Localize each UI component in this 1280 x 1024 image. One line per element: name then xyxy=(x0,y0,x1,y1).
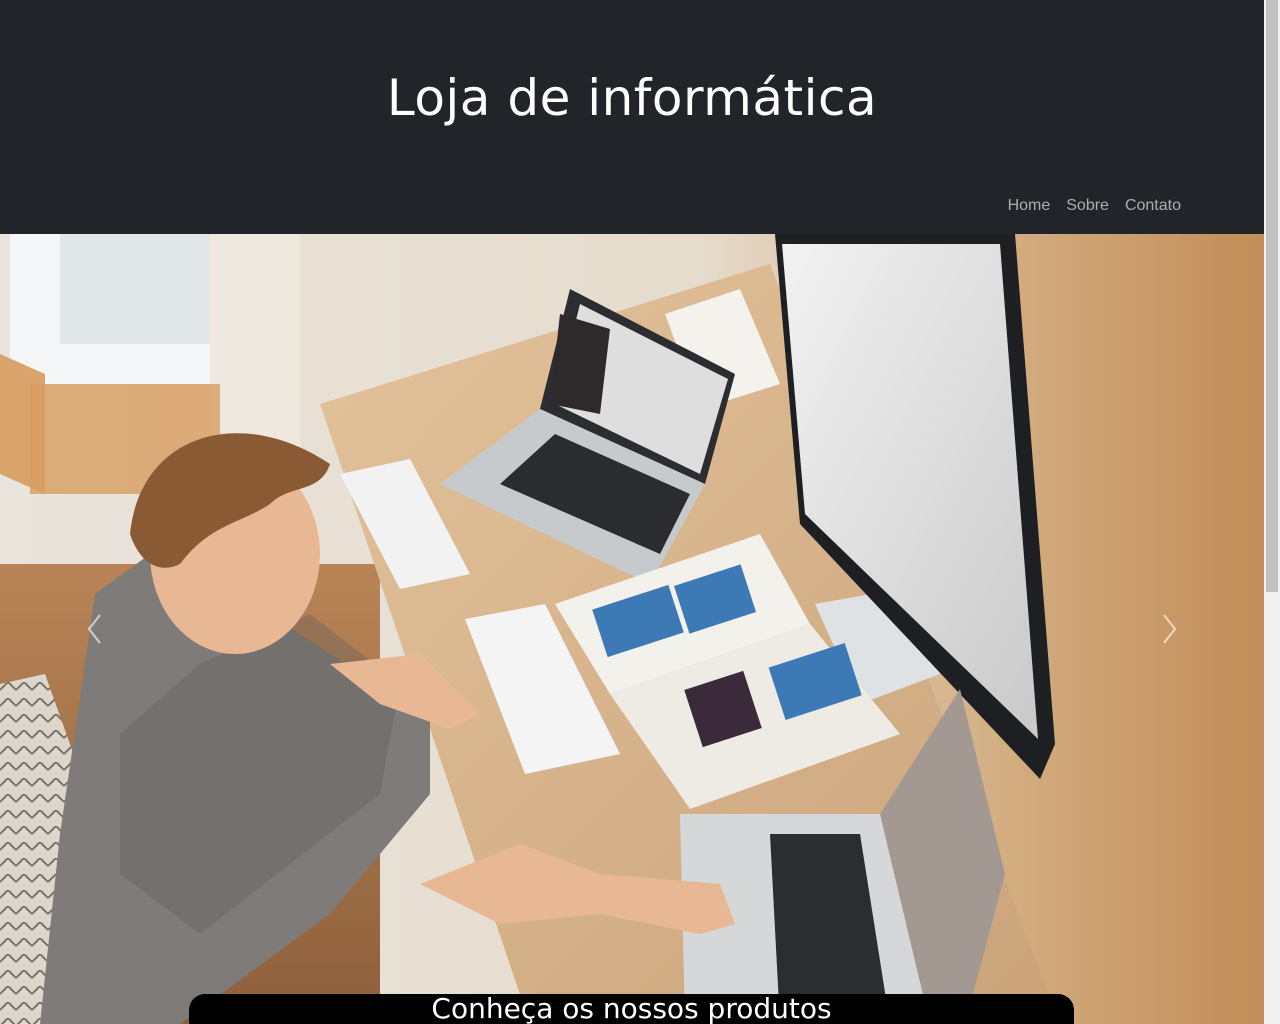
carousel-caption: Conheça os nossos produtos xyxy=(189,994,1074,1024)
page: Loja de informática Home Sobre Contato C… xyxy=(0,0,1280,1024)
chevron-right-icon xyxy=(1163,614,1177,644)
chevron-left-icon xyxy=(87,614,101,644)
carousel-next-button[interactable] xyxy=(1074,234,1264,1024)
carousel-caption-text: Conheça os nossos produtos xyxy=(431,992,832,1024)
hero-carousel: Conheça os nossos produtos xyxy=(0,234,1264,1024)
carousel-prev-button[interactable] xyxy=(0,234,190,1024)
nav-home-link[interactable]: Home xyxy=(1008,194,1051,218)
main-nav: Home Sobre Contato xyxy=(1008,194,1181,218)
nav-sobre-link[interactable]: Sobre xyxy=(1066,194,1109,218)
site-title: Loja de informática xyxy=(386,69,878,127)
nav-contato-link[interactable]: Contato xyxy=(1125,194,1181,218)
page-scrollbar[interactable] xyxy=(1264,0,1280,1024)
site-header: Loja de informática Home Sobre Contato xyxy=(0,0,1264,234)
scrollbar-thumb[interactable] xyxy=(1266,0,1278,592)
